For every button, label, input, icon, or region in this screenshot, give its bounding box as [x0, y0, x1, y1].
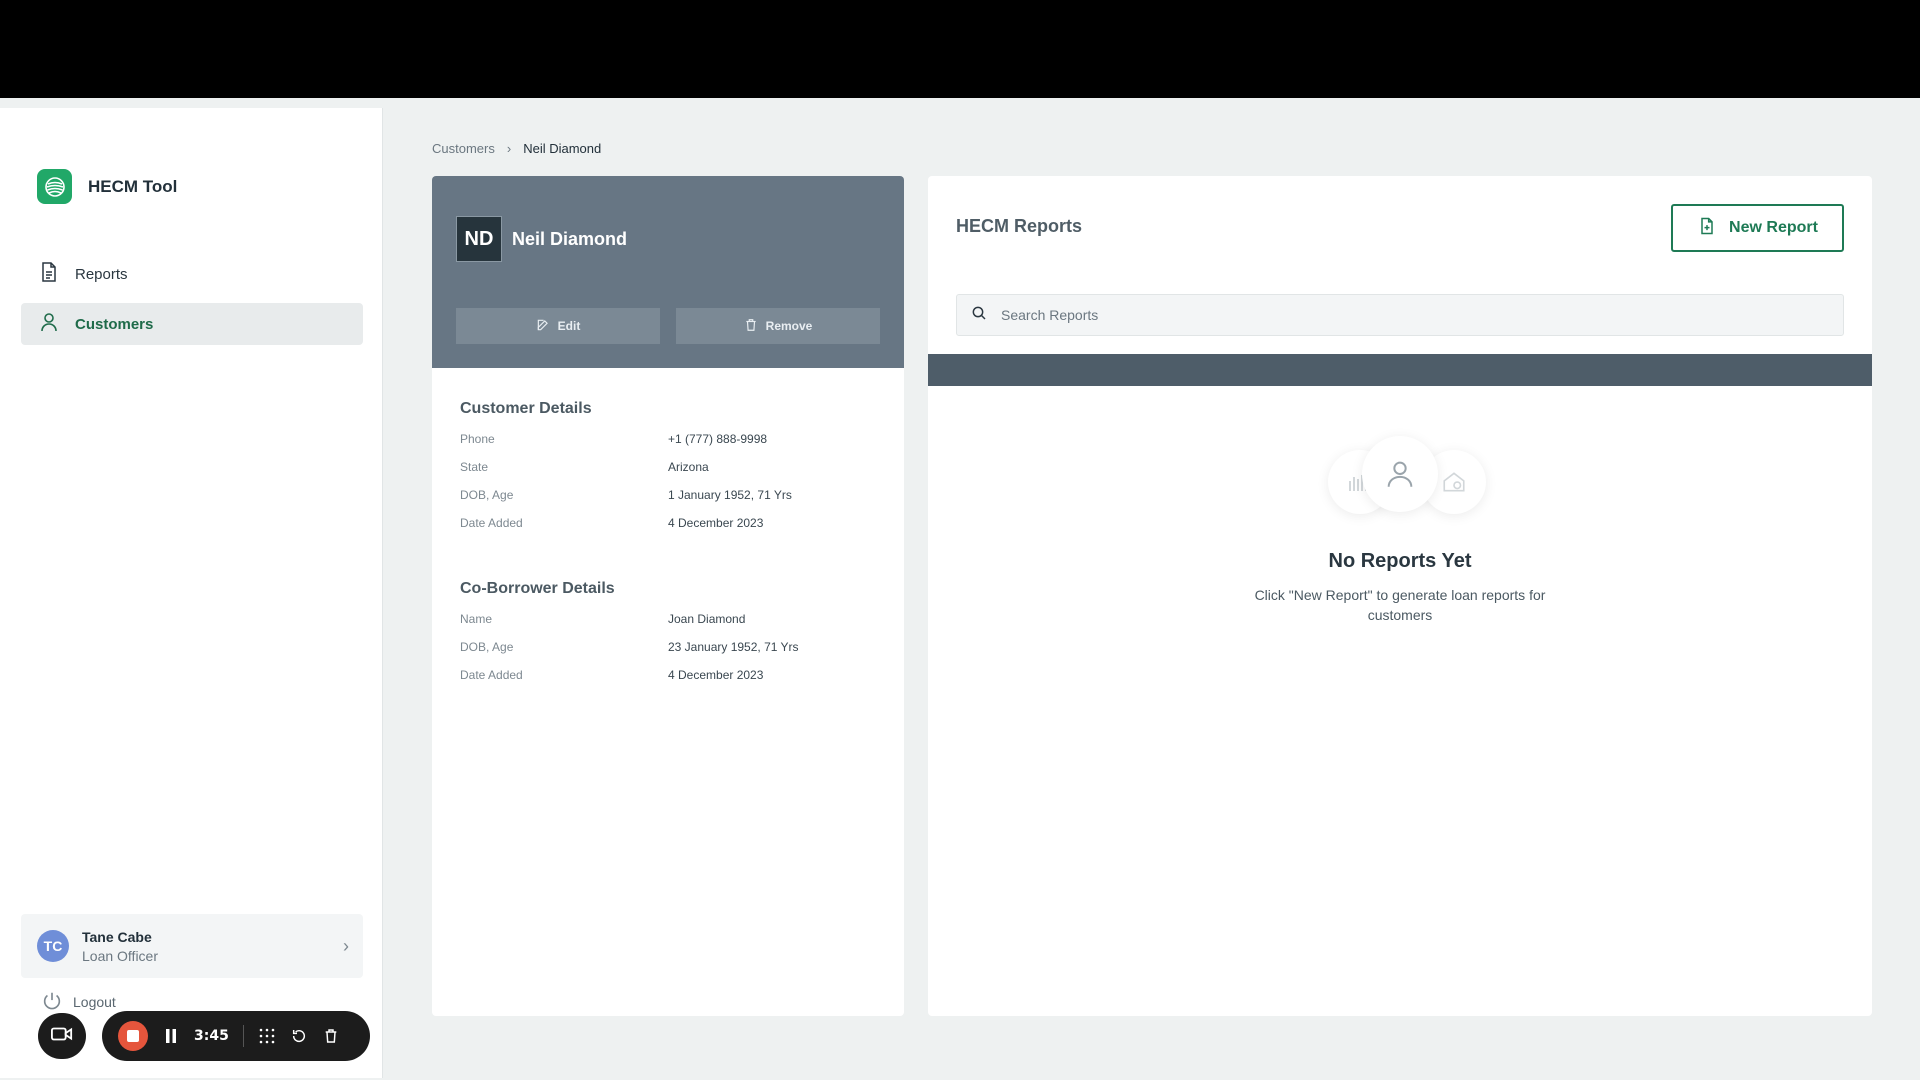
- detail-row: Date Added 4 December 2023: [460, 668, 880, 696]
- detail-value: 1 January 1952, 71 Yrs: [668, 488, 792, 502]
- new-report-label: New Report: [1729, 219, 1818, 236]
- stop-icon: [127, 1030, 139, 1042]
- sidebar-nav: Reports Customers: [21, 253, 363, 353]
- person-icon: [1362, 436, 1438, 512]
- divider: [242, 1025, 244, 1047]
- search-bar: [956, 294, 1844, 336]
- recorder-toolbar: 3:45: [102, 1011, 370, 1061]
- reports-title: HECM Reports: [956, 216, 1083, 236]
- chevron-right-icon: ›: [343, 936, 349, 956]
- detail-value: 23 January 1952, 71 Yrs: [668, 640, 799, 654]
- detail-key: Date Added: [460, 668, 523, 682]
- power-icon: [41, 990, 63, 1015]
- empty-state: No Reports Yet Click "New Report" to gen…: [928, 436, 1872, 625]
- edit-button[interactable]: Edit: [456, 308, 660, 344]
- detail-key: DOB, Age: [460, 488, 514, 502]
- new-file-icon: [1697, 216, 1717, 241]
- reports-panel: HECM Reports New Report Search Reports N…: [928, 176, 1872, 1016]
- search-input[interactable]: [1001, 307, 1821, 323]
- detail-value: +1 (777) 888-9998: [668, 432, 768, 446]
- user-card[interactable]: TC Tane Cabe Loan Officer ›: [21, 914, 363, 978]
- detail-row: DOB, Age 23 January 1952, 71 Yrs: [460, 640, 880, 668]
- customer-avatar: ND: [456, 216, 502, 262]
- breadcrumb: Customers › Neil Diamond: [432, 141, 601, 156]
- detail-key: Name: [460, 612, 493, 626]
- coborrower-details: Co-Borrower Details Name Joan Diamond DOB…: [460, 580, 880, 696]
- document-icon: [37, 260, 61, 288]
- detail-row: Name Joan Diamond: [460, 612, 880, 640]
- sidebar-item-customers[interactable]: Customers: [21, 303, 363, 345]
- detail-row: State Arizona: [460, 460, 880, 488]
- detail-row: Phone +1 (777) 888-9998: [460, 432, 880, 460]
- pause-icon[interactable]: [162, 1027, 180, 1045]
- video-camera-icon: [51, 1026, 73, 1047]
- chevron-right-icon: ›: [506, 141, 512, 156]
- search-icon: [971, 305, 987, 326]
- detail-key: Date Added: [460, 516, 523, 530]
- remove-button[interactable]: Remove: [676, 308, 880, 344]
- breadcrumb-customers[interactable]: Customers: [432, 141, 495, 156]
- camera-button[interactable]: [38, 1013, 86, 1059]
- reports-table-header: [928, 354, 1872, 386]
- customer-details-title: Customer Details: [460, 400, 592, 417]
- detail-row: Date Added 4 December 2023: [460, 516, 880, 544]
- brand-logo-icon: [37, 169, 72, 204]
- detail-key: Phone: [460, 432, 495, 446]
- person-icon: [37, 310, 61, 338]
- detail-value: 4 December 2023: [668, 668, 764, 682]
- customer-name: Neil Diamond: [512, 228, 628, 249]
- trash-icon: [744, 318, 758, 335]
- detail-key: DOB, Age: [460, 640, 514, 654]
- detail-value: Arizona: [668, 460, 709, 474]
- new-report-button[interactable]: New Report: [1671, 204, 1844, 252]
- customer-panel: ND Neil Diamond Edit Remove Customer Det…: [432, 176, 904, 1016]
- edit-label: Edit: [557, 319, 581, 333]
- detail-row: DOB, Age 1 January 1952, 71 Yrs: [460, 488, 880, 516]
- remove-label: Remove: [765, 319, 813, 333]
- grid-dots-icon[interactable]: [258, 1027, 276, 1045]
- sidebar-item-label: Reports: [75, 265, 128, 283]
- detail-value: Joan Diamond: [668, 612, 746, 626]
- app-window: HECM Tool Reports Customers TC Tane Cabe…: [0, 98, 1920, 1080]
- empty-title: No Reports Yet: [1328, 550, 1472, 572]
- top-black-bar: [0, 0, 1920, 98]
- sidebar-item-reports[interactable]: Reports: [21, 253, 363, 295]
- recording-timer: 3:45: [194, 1028, 229, 1044]
- breadcrumb-current: Neil Diamond: [523, 141, 602, 156]
- restart-icon[interactable]: [290, 1027, 308, 1045]
- detail-key: State: [460, 460, 489, 474]
- user-name: Tane Cabe: [82, 928, 152, 945]
- avatar: TC: [37, 930, 69, 962]
- sidebar-item-label: Customers: [75, 315, 154, 333]
- sidebar: HECM Tool Reports Customers TC Tane Cabe…: [0, 108, 383, 1078]
- customer-header: ND Neil Diamond Edit Remove: [432, 176, 904, 368]
- empty-illustration: [1310, 436, 1490, 526]
- customer-details: Customer Details Phone +1 (777) 888-9998 …: [460, 400, 880, 544]
- edit-icon: [536, 318, 550, 335]
- user-role: Loan Officer: [82, 947, 159, 964]
- brand-name: HECM Tool: [88, 176, 178, 196]
- empty-subtitle: Click "New Report" to generate loan repo…: [1254, 587, 1546, 623]
- coborrower-details-title: Co-Borrower Details: [460, 580, 615, 597]
- detail-value: 4 December 2023: [668, 516, 764, 530]
- stop-recording-button[interactable]: [118, 1021, 148, 1051]
- brand[interactable]: HECM Tool: [37, 169, 177, 204]
- trash-icon[interactable]: [322, 1027, 340, 1045]
- logout-label: Logout: [73, 994, 116, 1010]
